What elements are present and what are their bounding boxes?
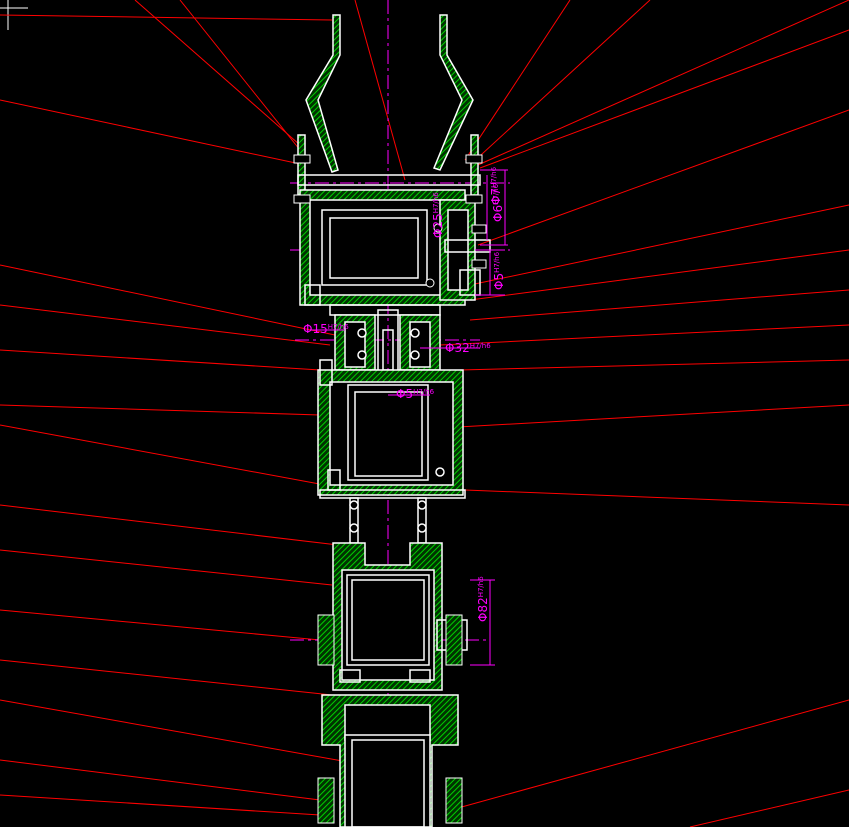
- upper-joint: [329, 304, 441, 381]
- middle-housing: [317, 359, 466, 499]
- cad-drawing: Φ7H7/h6 Φ6H7/h6 Φ25H7/h6 Φ5H7/h6 Φ15H7/h…: [0, 0, 849, 827]
- bottom-housing: [321, 694, 459, 827]
- dim-phi5-upper: Φ5H7/h6: [492, 251, 506, 290]
- dim-phi32: Φ32H7/h6: [445, 341, 491, 355]
- upper-housing: [297, 174, 491, 306]
- dim-phi82: Φ82H7/h6: [476, 576, 490, 622]
